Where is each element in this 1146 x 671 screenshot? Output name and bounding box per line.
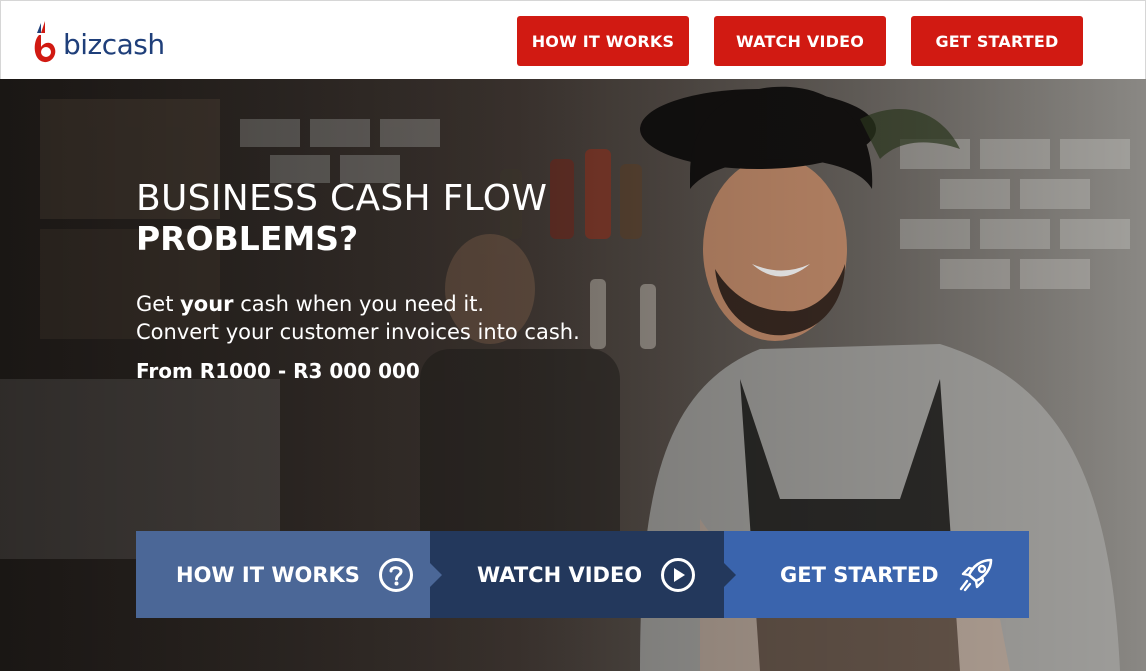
loan-range: From R1000 - R3 000 000 bbox=[136, 359, 420, 383]
subtext-bold: your bbox=[180, 292, 234, 316]
how-it-works-label: HOW IT WORKS bbox=[176, 562, 360, 587]
hero-subtext: Get your cash when you need it. Convert … bbox=[136, 290, 580, 346]
headline-line-2: PROBLEMS? bbox=[136, 219, 359, 258]
nav-watch-video-button[interactable]: WATCH VIDEO bbox=[714, 16, 886, 66]
question-circle-icon bbox=[378, 557, 414, 593]
get-started-button[interactable]: GET STARTED bbox=[724, 531, 1029, 618]
hero-headline: BUSINESS CASH FLOW PROBLEMS? bbox=[136, 179, 547, 259]
how-it-works-button[interactable]: HOW IT WORKS bbox=[136, 531, 442, 618]
hero-action-bar: HOW IT WORKS WATCH VIDEO GET STARTED bbox=[136, 531, 1029, 618]
rocket-icon bbox=[957, 557, 995, 593]
play-circle-icon bbox=[660, 557, 696, 593]
nav-get-started-button[interactable]: GET STARTED bbox=[911, 16, 1083, 66]
get-started-label: GET STARTED bbox=[780, 562, 939, 587]
subtext-line-2: Convert your customer invoices into cash… bbox=[136, 320, 580, 344]
subtext-pre: Get bbox=[136, 292, 181, 316]
hero-section: BUSINESS CASH FLOW PROBLEMS? Get your ca… bbox=[0, 79, 1146, 671]
top-nav: HOW IT WORKS WATCH VIDEO GET STARTED bbox=[517, 16, 1083, 66]
watch-video-label: WATCH VIDEO bbox=[477, 562, 643, 587]
step-arrow bbox=[724, 563, 736, 587]
site-header: bizcash HOW IT WORKS WATCH VIDEO GET STA… bbox=[0, 0, 1146, 79]
step-arrow bbox=[430, 563, 442, 587]
subtext-post: cash when you need it. bbox=[233, 292, 485, 316]
headline-line-1: BUSINESS CASH FLOW bbox=[136, 178, 548, 219]
logo-text: bizcash bbox=[63, 27, 165, 61]
subtext-line-1: Get your cash when you need it. bbox=[136, 290, 580, 318]
logo-mark-icon bbox=[34, 21, 56, 63]
nav-how-it-works-button[interactable]: HOW IT WORKS bbox=[517, 16, 689, 66]
watch-video-button[interactable]: WATCH VIDEO bbox=[430, 531, 736, 618]
bizcash-logo[interactable]: bizcash bbox=[31, 19, 165, 65]
